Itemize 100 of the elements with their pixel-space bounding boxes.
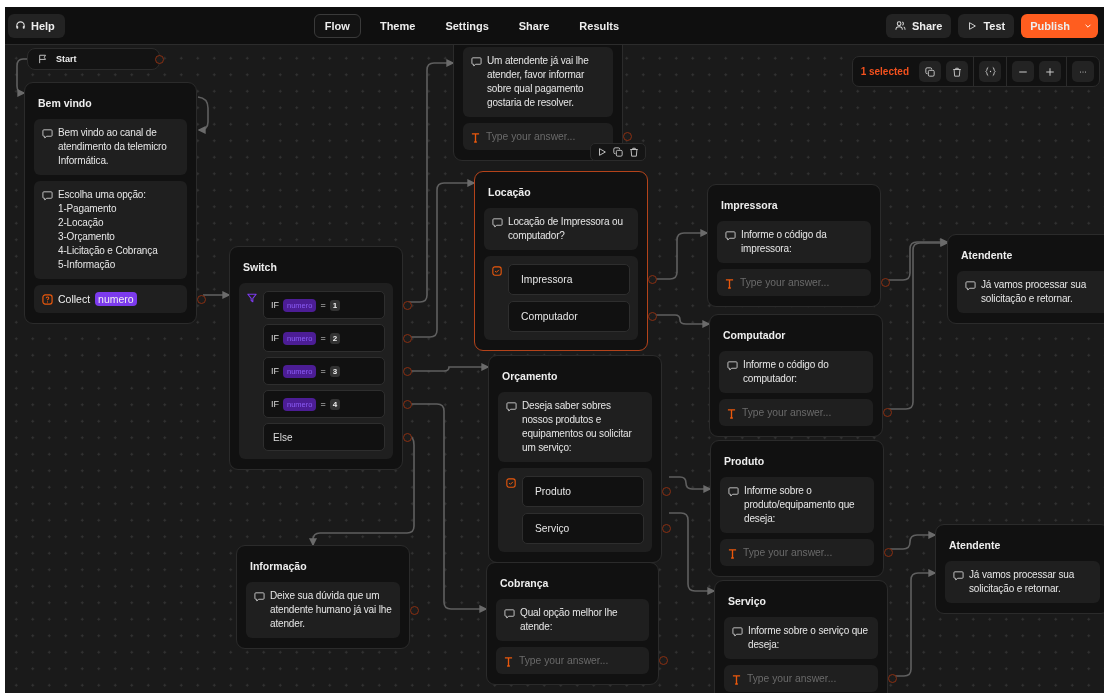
condition-keyword: IF [271,300,279,310]
message-text: Locação de Impressora ou computador? [508,215,624,243]
connector-line [654,314,711,328]
message-block[interactable]: Escolha uma opção: 1-Pagamento 2-Locação 3-Orçamento 4-Licitação e Cobrança 5-Informação [34,181,187,279]
help-button[interactable]: Help [8,13,65,38]
message-block[interactable]: Informe o código da impressora: [717,221,871,263]
connection-port[interactable] [883,408,892,417]
checkbox-icon [492,266,502,276]
answer-input[interactable]: Type your answer... [743,547,866,558]
message-block[interactable]: Já vamos processar sua solicitação e retornar. [957,271,1104,313]
braces-icon [984,66,996,77]
message-text: Informe o código do computador: [743,358,830,386]
connection-port[interactable] [403,432,412,442]
connection-port[interactable] [403,366,412,376]
duplicate-button[interactable] [919,61,941,82]
connection-port[interactable] [648,275,657,284]
node-title: Bem vindo [38,97,93,109]
connection-port[interactable] [403,300,412,310]
test-button[interactable]: Test [958,13,1015,38]
message-block[interactable]: Informe o código do computador: [719,351,873,393]
node-title: Cobrança [500,577,550,589]
checkbox-icon [506,478,516,488]
answer-input[interactable]: Type your answer... [740,277,863,288]
play-icon[interactable] [597,147,607,157]
tab[interactable]: Settings [434,13,500,38]
node-title: Informação [250,560,308,572]
delete-button[interactable] [946,61,968,82]
zoom-out-button[interactable] [1012,61,1034,82]
message-block[interactable]: Qual opção melhor lhe atende: [496,599,649,641]
text-input-icon [471,132,480,143]
copy-icon [925,66,935,77]
message-block[interactable]: Um atendente já vai lhe atender, favor informar sobre qual pagamento gostaria de resolver. [463,47,613,117]
answer-input[interactable]: Type your answer... [747,673,870,684]
collect-label: Collect [58,293,91,305]
copy-icon[interactable] [613,147,623,157]
value-chip: 1 [329,299,341,311]
connection-port[interactable] [155,54,164,64]
message-text: Qual opção melhor lhe atende: [520,606,619,634]
message-block[interactable]: Informe sobre o serviço que deseja: [724,617,878,659]
more-button[interactable] [1072,61,1094,82]
answer-input[interactable]: Type your answer... [486,131,605,142]
variables-button[interactable] [979,61,1001,82]
connector-line [16,58,28,97]
tab[interactable]: Results [568,13,631,38]
filter-icon [247,293,257,303]
chat-bubble-icon [471,56,482,67]
group-node[interactable]: Atendente Já vamos processar sua solicitação e retornar. [935,524,1104,614]
node-title: Produto [724,455,766,467]
chat-bubble-icon [727,360,738,371]
connection-port[interactable] [403,333,412,343]
message-block[interactable]: Já vamos processar sua solicitação e retornar. [945,561,1100,603]
connection-port[interactable] [623,132,632,141]
trash-icon[interactable] [629,147,639,157]
group-node[interactable]: Atendente Já vamos processar sua solicitação e retornar. [947,234,1104,324]
message-text: Informe o código da impressora: [741,228,828,256]
connection-port[interactable] [410,605,419,615]
chat-bubble-icon [504,608,515,619]
users-icon [894,20,906,31]
chat-bubble-icon [725,230,736,241]
connection-port[interactable] [659,656,668,665]
plus-icon [1045,66,1055,77]
connection-port[interactable] [662,524,671,533]
answer-input[interactable]: Type your answer... [519,655,641,666]
selection-count: 1 selected [859,66,910,77]
node-title: Orçamento [502,370,559,382]
operator-text: = [320,366,326,376]
message-block[interactable]: Deseja saber sobres nossos produtos e equipamentos ou solicitar um serviço: [498,392,652,462]
answer-input[interactable]: Type your answer... [742,407,865,418]
tab[interactable]: Share [507,13,561,38]
node-title: Computador [723,329,787,341]
text-input-icon [727,408,736,419]
connection-port[interactable] [888,674,897,683]
connection-port[interactable] [884,548,893,557]
tab[interactable]: Flow [313,13,361,38]
connection-port[interactable] [197,294,206,304]
value-chip: 4 [329,398,341,410]
chat-bubble-icon [506,401,517,412]
condition-keyword: IF [271,333,279,343]
message-text: Escolha uma opção: 1-Pagamento 2-Locação 3-Orçamento 4-Licitação e Cobrança 5-Informação [58,188,158,272]
text-input-icon [504,656,513,667]
condition-keyword: IF [271,399,279,409]
message-block[interactable]: Locação de Impressora ou computador? [484,208,638,250]
connection-port[interactable] [648,312,657,321]
operator-text: = [320,300,326,310]
publish-menu-button[interactable] [1078,13,1098,38]
message-block[interactable]: Bem vindo ao canal de atendimento da telemicro Informática. [34,119,187,175]
chat-bubble-icon [728,486,739,497]
text-input-icon [725,278,734,289]
zoom-in-button[interactable] [1039,61,1061,82]
message-text: Um atendente já vai lhe atender, favor informar sobre qual pagamento gostaria de resolver. [487,54,590,110]
message-text: Já vamos processar sua solicitação e retornar. [969,568,1076,596]
connection-port[interactable] [881,278,890,287]
share-button[interactable]: Share [885,13,952,38]
text-input-icon [728,548,737,559]
message-block[interactable]: Informe sobre o produto/equipamento que deseja: [720,477,874,533]
connector-line [202,291,231,299]
connection-port[interactable] [662,487,671,496]
tab[interactable]: Theme [368,13,427,38]
connector-line [654,229,709,280]
connection-port[interactable] [403,399,412,409]
